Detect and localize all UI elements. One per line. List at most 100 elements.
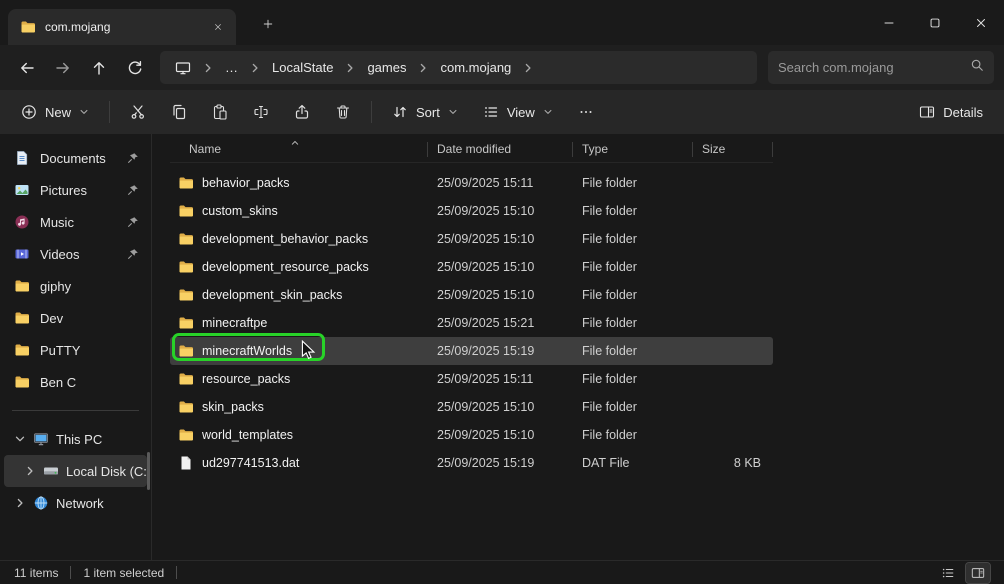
folder-icon (178, 231, 194, 247)
videos-icon (14, 246, 30, 262)
file-row-minecraftpe[interactable]: minecraftpe 25/09/2025 15:21 File folder (170, 309, 773, 337)
breadcrumb-com-mojang[interactable]: com.mojang (431, 55, 520, 80)
rename-button[interactable] (242, 96, 280, 128)
folder-icon (178, 203, 194, 219)
column-header-type[interactable]: Type (573, 136, 693, 162)
address-bar[interactable]: … LocalState games com.mojang (160, 51, 757, 84)
file-rows: behavior_packs 25/09/2025 15:11 File fol… (170, 169, 1004, 477)
folder-icon (178, 175, 194, 191)
paste-button[interactable] (201, 96, 239, 128)
file-row-development-resource-packs[interactable]: development_resource_packs 25/09/2025 15… (170, 253, 773, 281)
sidebar-item-documents[interactable]: Documents (4, 142, 147, 174)
chevron-down-icon (543, 107, 553, 117)
pin-icon (127, 152, 139, 164)
toolbar-divider (371, 101, 372, 123)
file-row-custom-skins[interactable]: custom_skins 25/09/2025 15:10 File folde… (170, 197, 773, 225)
file-row-behavior-packs[interactable]: behavior_packs 25/09/2025 15:11 File fol… (170, 169, 773, 197)
search-input[interactable] (778, 60, 962, 75)
column-headers: Name Date modified Type Size (170, 136, 773, 163)
refresh-button[interactable] (118, 51, 152, 85)
back-button[interactable] (10, 51, 44, 85)
sort-icon (392, 104, 408, 120)
sidebar-item-ben-c[interactable]: Ben C (4, 366, 147, 398)
folder-icon (178, 315, 194, 331)
breadcrumb-localstate[interactable]: LocalState (263, 55, 342, 80)
minimize-button[interactable] (866, 0, 912, 45)
sidebar-item-giphy[interactable]: giphy (4, 270, 147, 302)
pin-icon (127, 184, 139, 196)
toolbar-divider (109, 101, 110, 123)
file-row-development-behavior-packs[interactable]: development_behavior_packs 25/09/2025 15… (170, 225, 773, 253)
items-count: 11 items (14, 566, 58, 580)
view-button[interactable]: View (472, 96, 564, 128)
chevron-right-icon (343, 62, 357, 74)
new-button[interactable]: New (10, 96, 100, 128)
share-button[interactable] (283, 96, 321, 128)
new-tab-button[interactable] (254, 10, 282, 38)
file-row-ud297741513-dat[interactable]: ud297741513.dat 25/09/2025 15:19 DAT Fil… (170, 449, 773, 477)
sidebar-item-videos[interactable]: Videos (4, 238, 147, 270)
chevron-right-icon (416, 62, 430, 74)
maximize-icon (928, 16, 942, 30)
folder-icon (178, 259, 194, 275)
breadcrumb-games[interactable]: games (358, 55, 415, 80)
sidebar-item-dev[interactable]: Dev (4, 302, 147, 334)
file-list-area: Name Date modified Type Size behavior_pa… (152, 134, 1004, 560)
sidebar-item-putty[interactable]: PuTTY (4, 334, 147, 366)
file-row-development-skin-packs[interactable]: development_skin_packs 25/09/2025 15:10 … (170, 281, 773, 309)
large-icons-view-toggle[interactable] (966, 563, 990, 583)
file-row-resource-packs[interactable]: resource_packs 25/09/2025 15:11 File fol… (170, 365, 773, 393)
file-row-skin-packs[interactable]: skin_packs 25/09/2025 15:10 File folder (170, 393, 773, 421)
sort-button[interactable]: Sort (381, 96, 469, 128)
trash-icon (335, 104, 351, 120)
close-button[interactable] (958, 0, 1004, 45)
delete-button[interactable] (324, 96, 362, 128)
pane-view-icon (971, 566, 985, 580)
sidebar-item-network[interactable]: Network (4, 487, 147, 519)
breadcrumb-ellipsis[interactable]: … (216, 55, 247, 80)
navigation-bar: … LocalState games com.mojang (0, 45, 1004, 90)
folder-icon (178, 399, 194, 415)
up-icon (91, 60, 107, 76)
location-root-button[interactable] (166, 55, 200, 81)
paste-icon (212, 104, 228, 120)
chevron-down-icon[interactable] (14, 433, 26, 445)
forward-button[interactable] (46, 51, 80, 85)
sidebar-item-this-pc[interactable]: This PC (4, 423, 147, 455)
chevron-down-icon (448, 107, 458, 117)
rename-icon (253, 104, 269, 120)
details-pane-button[interactable]: Details (908, 96, 994, 128)
sidebar-item-local-disk-c[interactable]: Local Disk (C:) (4, 455, 147, 487)
copy-icon (171, 104, 187, 120)
sidebar-item-music[interactable]: Music (4, 206, 147, 238)
minimize-icon (882, 16, 896, 30)
command-toolbar: New Sort View Details (0, 90, 1004, 134)
column-header-name[interactable]: Name (170, 136, 428, 162)
cut-button[interactable] (119, 96, 157, 128)
sidebar-item-pictures[interactable]: Pictures (4, 174, 147, 206)
close-icon (974, 16, 988, 30)
music-icon (14, 214, 30, 230)
chevron-down-icon (79, 107, 89, 117)
up-button[interactable] (82, 51, 116, 85)
folder-icon (178, 343, 194, 359)
copy-button[interactable] (160, 96, 198, 128)
file-row-world-templates[interactable]: world_templates 25/09/2025 15:10 File fo… (170, 421, 773, 449)
titlebar: com.mojang (0, 0, 1004, 45)
pin-icon (127, 248, 139, 260)
sidebar-scrollbar-thumb[interactable] (147, 452, 150, 490)
column-header-date-modified[interactable]: Date modified (428, 136, 573, 162)
file-row-minecraftworlds[interactable]: minecraftWorlds 25/09/2025 15:19 File fo… (170, 337, 773, 365)
column-header-size[interactable]: Size (693, 136, 773, 162)
folder-icon (14, 310, 30, 326)
documents-icon (14, 150, 30, 166)
tab-close-button[interactable] (206, 15, 230, 39)
details-view-toggle[interactable] (936, 563, 960, 583)
chevron-right-icon[interactable] (14, 497, 26, 509)
search-box[interactable] (768, 51, 994, 84)
more-options-button[interactable] (567, 96, 605, 128)
chevron-right-icon[interactable] (24, 465, 36, 477)
maximize-button[interactable] (912, 0, 958, 45)
explorer-tab[interactable]: com.mojang (8, 9, 236, 45)
details-pane-icon (919, 104, 935, 120)
